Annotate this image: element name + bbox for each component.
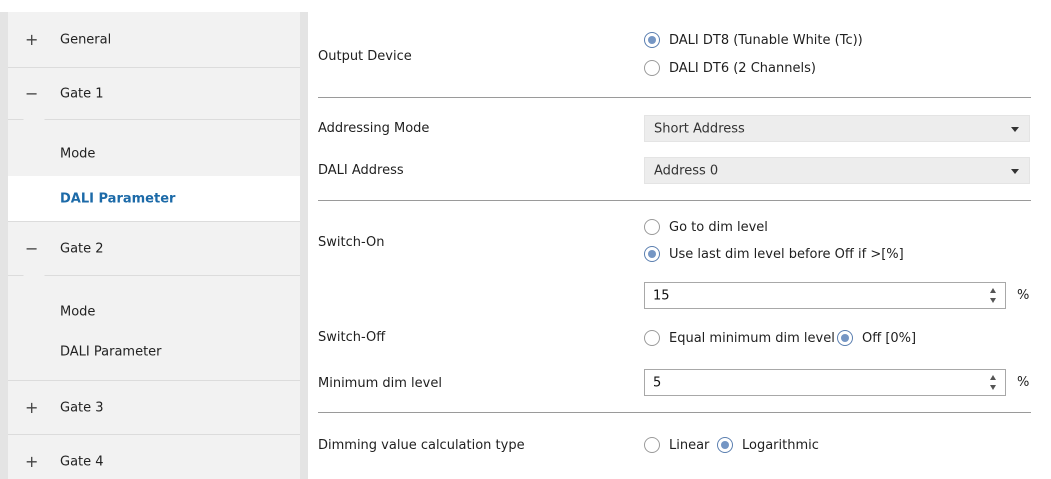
radio-label: Linear <box>669 437 710 453</box>
radio-label: Off [0%] <box>862 330 917 346</box>
percent-unit: % <box>1017 375 1030 390</box>
radio-selected-icon <box>717 437 733 453</box>
input-value: 5 <box>653 375 662 390</box>
sidebar-item-gate-2-dali-parameter[interactable]: DALI Parameter <box>8 334 300 380</box>
collapse-icon: − <box>25 238 39 258</box>
sidebar-item-label: Gate 1 <box>60 86 104 101</box>
radio-unselected-icon <box>644 60 660 76</box>
radio-label: Use last dim level before Off if >[%] <box>669 246 904 262</box>
radio-unselected-icon <box>644 219 660 235</box>
radio-label: Logarithmic <box>742 437 819 453</box>
addressing-mode-select[interactable]: Short Address <box>644 115 1030 142</box>
switch-on-label: Switch-On <box>318 235 385 250</box>
radio-unselected-icon <box>644 437 660 453</box>
section-divider <box>318 97 1031 98</box>
gate-1-subitems: Mode DALI Parameter <box>8 119 300 222</box>
radio-label: DALI DT8 (Tunable White (Tc)) <box>669 32 863 48</box>
spinner-icon[interactable] <box>989 287 999 305</box>
addressing-mode-label: Addressing Mode <box>318 121 430 136</box>
dimming-linear-radio[interactable]: Linear <box>644 437 709 453</box>
sidebar-item-label: Gate 4 <box>60 454 104 469</box>
min-dim-level-label: Minimum dim level <box>318 376 442 391</box>
switch-off-zero-radio[interactable]: Off [0%] <box>837 330 916 346</box>
section-divider <box>318 412 1031 413</box>
sidebar-item-gate-3[interactable]: + Gate 3 <box>8 381 300 435</box>
sidebar-item-gate-2[interactable]: − Gate 2 <box>8 222 300 276</box>
sidebar-item-general[interactable]: + General <box>8 12 300 68</box>
sidebar-left-edge <box>0 12 8 479</box>
output-device-dt6-radio[interactable]: DALI DT6 (2 Channels) <box>644 60 816 76</box>
spin-up-icon[interactable] <box>990 288 996 293</box>
spin-down-icon[interactable] <box>990 385 996 390</box>
sidebar-splitter[interactable] <box>300 12 308 479</box>
radio-selected-icon <box>837 330 853 346</box>
sidebar-nav: + General − Gate 1 Mode DALI Parameter −… <box>8 12 300 479</box>
spin-up-icon[interactable] <box>990 375 996 380</box>
spin-down-icon[interactable] <box>990 298 996 303</box>
chevron-down-icon <box>1011 169 1019 174</box>
percent-unit: % <box>1017 288 1030 303</box>
section-divider <box>318 200 1031 201</box>
gate-2-subitems: Mode DALI Parameter <box>8 275 300 381</box>
radio-selected-icon <box>644 32 660 48</box>
select-value: Short Address <box>654 121 745 136</box>
sidebar-item-gate-1-dali-parameter[interactable]: DALI Parameter <box>8 176 300 221</box>
dali-address-select[interactable]: Address 0 <box>644 157 1030 184</box>
input-value: 15 <box>653 288 670 303</box>
sidebar-item-gate-1-mode[interactable]: Mode <box>8 120 300 176</box>
sidebar-item-label: Gate 3 <box>60 400 104 415</box>
min-dim-level-input[interactable]: 5 <box>644 369 1006 396</box>
radio-selected-icon <box>644 246 660 262</box>
expand-icon: + <box>25 451 39 471</box>
spinner-icon[interactable] <box>989 374 999 392</box>
sidebar-item-label: Mode <box>60 304 96 320</box>
switch-off-min-level-radio[interactable]: Equal minimum dim level <box>644 330 835 346</box>
collapse-icon: − <box>25 83 39 103</box>
sidebar-item-label: General <box>60 32 112 47</box>
sidebar: + General − Gate 1 Mode DALI Parameter −… <box>0 0 308 479</box>
sidebar-item-gate-1[interactable]: − Gate 1 <box>8 68 300 120</box>
switch-on-threshold-input[interactable]: 15 <box>644 282 1006 309</box>
sidebar-item-label: Gate 2 <box>60 241 104 256</box>
radio-label: Equal minimum dim level <box>669 330 835 346</box>
expand-icon: + <box>25 29 39 49</box>
select-value: Address 0 <box>654 163 719 178</box>
output-device-label: Output Device <box>318 49 412 64</box>
switch-off-label: Switch-Off <box>318 330 386 345</box>
radio-unselected-icon <box>644 330 660 346</box>
sidebar-item-gate-2-mode[interactable]: Mode <box>8 276 300 334</box>
chevron-down-icon <box>1011 127 1019 132</box>
output-device-dt8-radio[interactable]: DALI DT8 (Tunable White (Tc)) <box>644 32 863 48</box>
switch-on-last-level-radio[interactable]: Use last dim level before Off if >[%] <box>644 246 904 262</box>
dali-address-label: DALI Address <box>318 163 404 178</box>
radio-label: Go to dim level <box>669 219 768 235</box>
sidebar-item-label: DALI Parameter <box>60 344 162 360</box>
radio-label: DALI DT6 (2 Channels) <box>669 60 816 76</box>
sidebar-item-gate-4[interactable]: + Gate 4 <box>8 435 300 479</box>
sidebar-item-label: DALI Parameter <box>60 191 176 206</box>
switch-on-dim-level-radio[interactable]: Go to dim level <box>644 219 768 235</box>
dimming-calc-label: Dimming value calculation type <box>318 438 525 453</box>
sidebar-item-label: Mode <box>60 146 96 162</box>
dimming-logarithmic-radio[interactable]: Logarithmic <box>717 437 819 453</box>
expand-icon: + <box>25 397 39 417</box>
